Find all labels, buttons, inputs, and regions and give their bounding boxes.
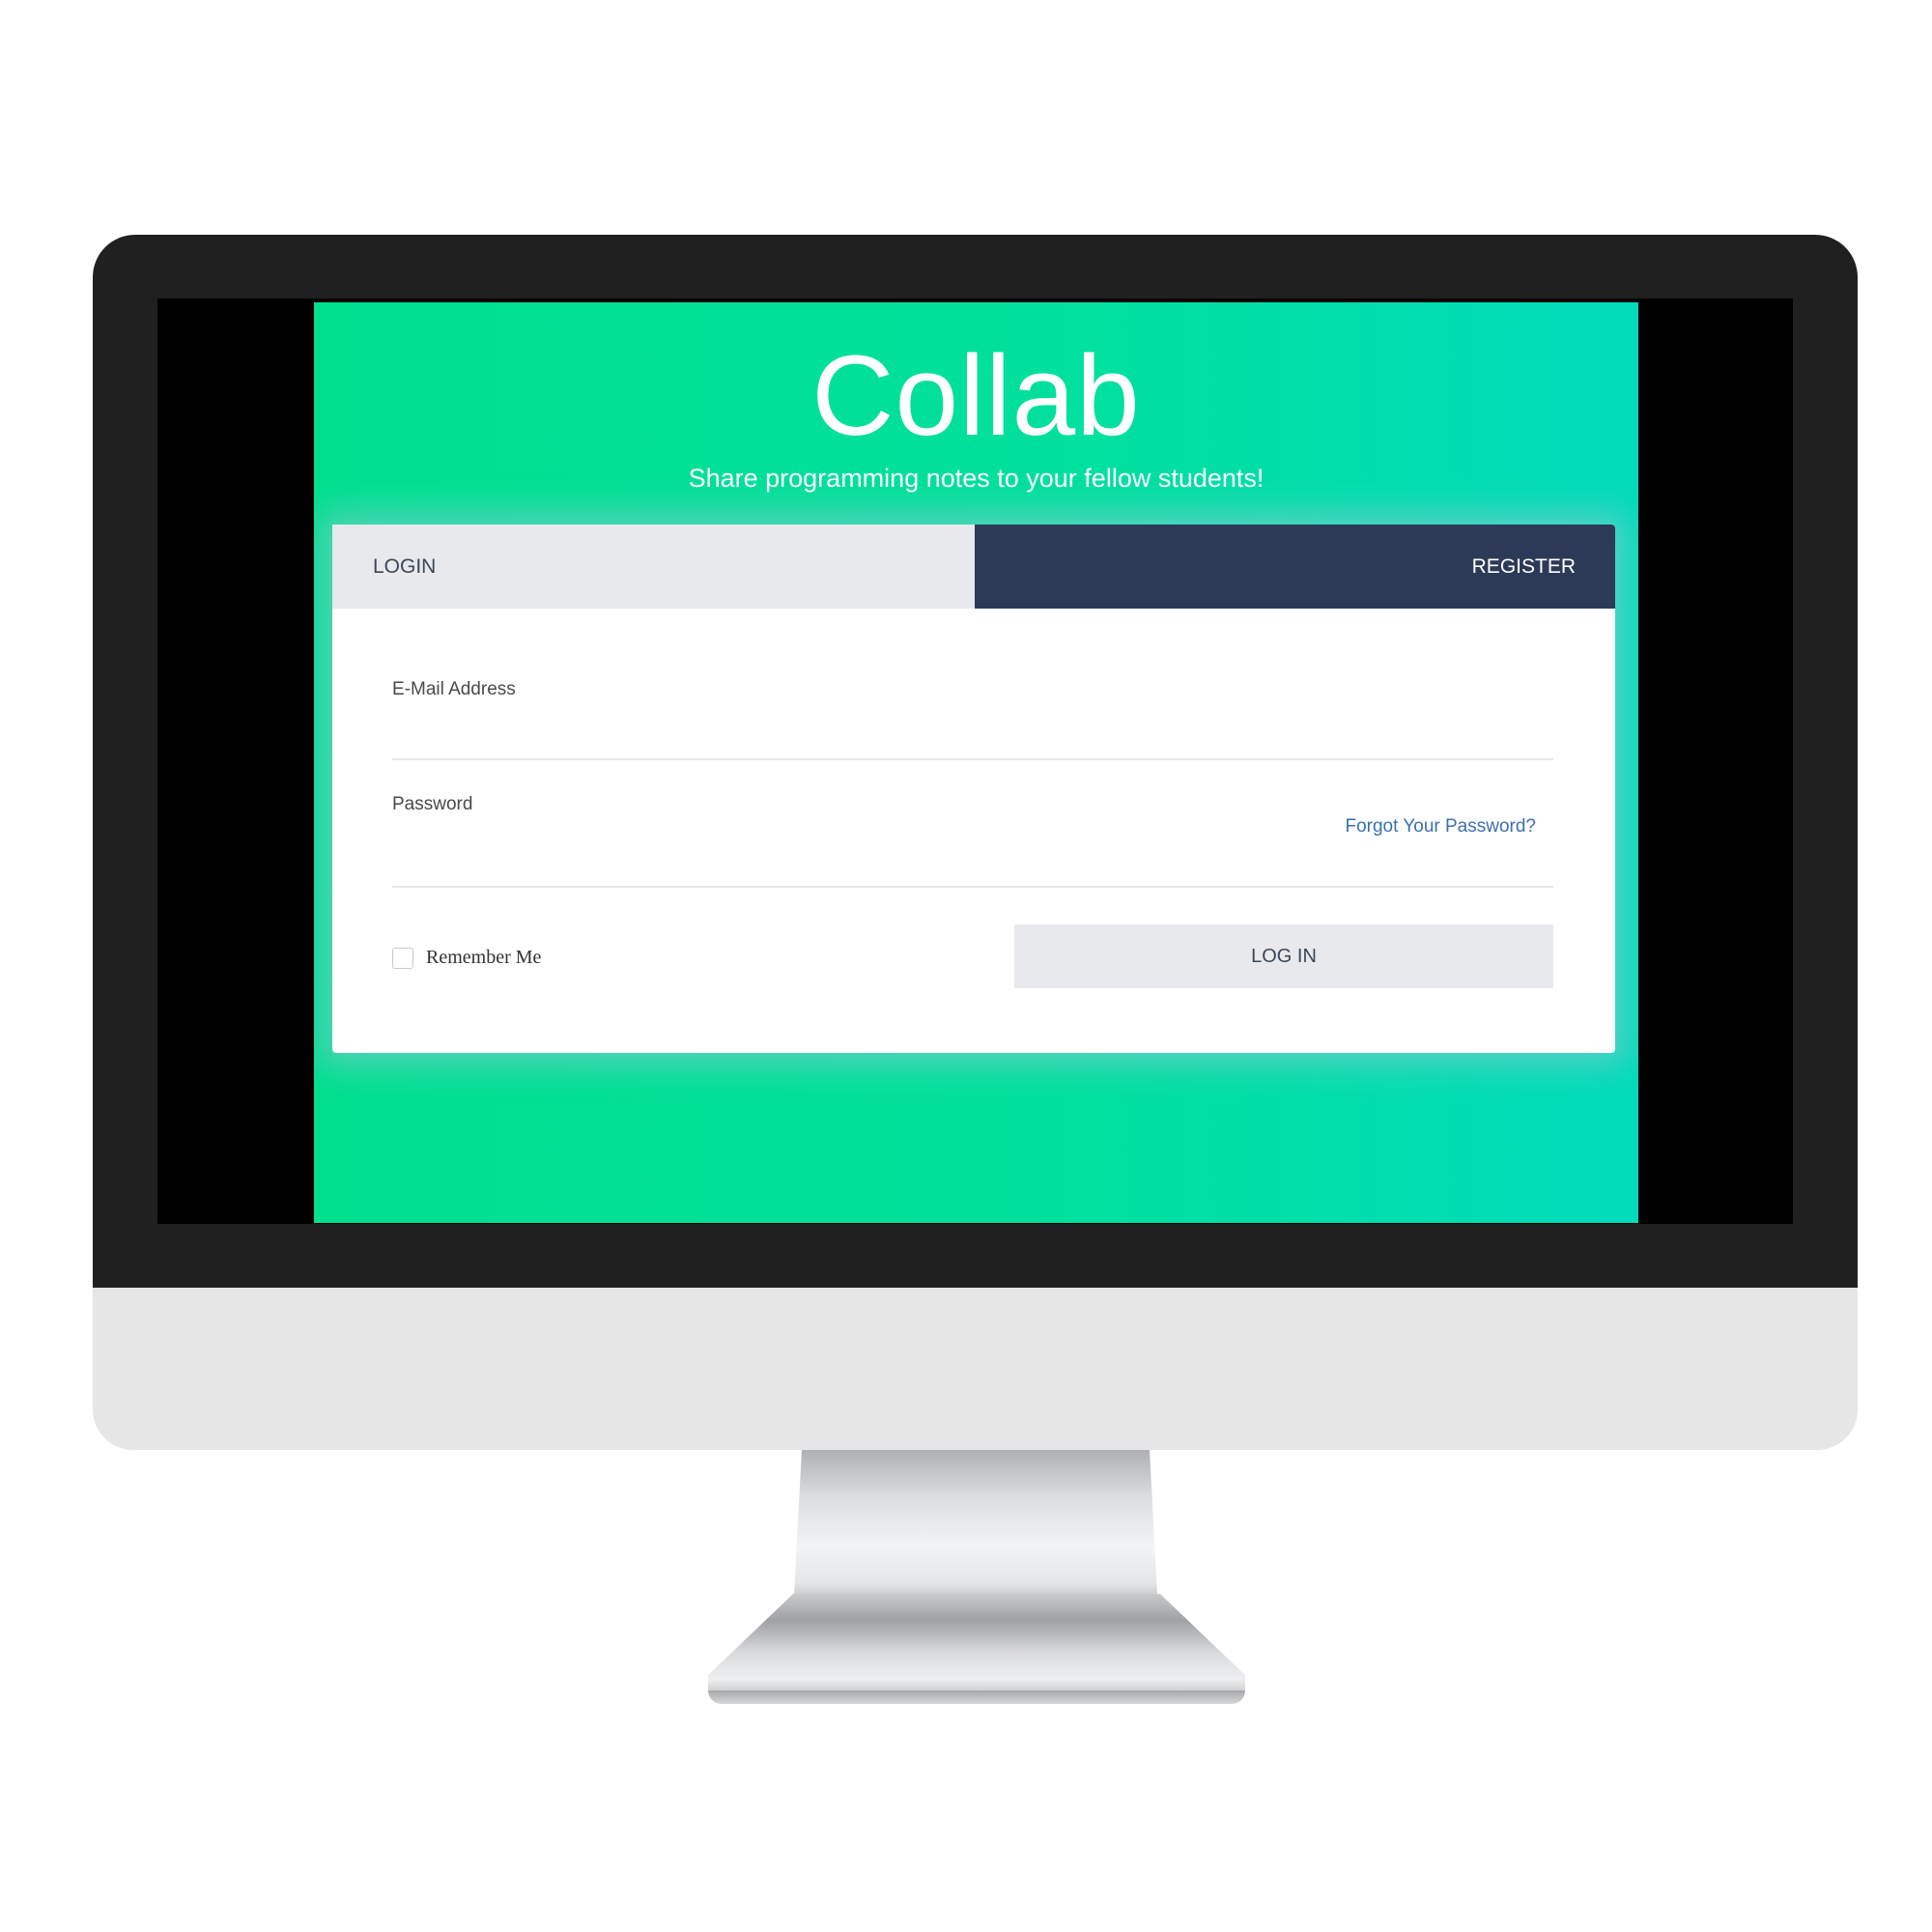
password-underline bbox=[392, 886, 1553, 888]
remember-me-label[interactable]: Remember Me bbox=[426, 947, 541, 969]
tab-login[interactable]: LOGIN bbox=[332, 525, 975, 609]
monitor-stand-foot bbox=[708, 1690, 1245, 1704]
remember-me-checkbox[interactable] bbox=[392, 948, 413, 969]
email-field[interactable] bbox=[392, 716, 1555, 758]
monitor-stand-base bbox=[708, 1594, 1245, 1690]
auth-card: LOGIN REGISTER E-Mail Address Password F… bbox=[332, 525, 1615, 1053]
tab-login-label: LOGIN bbox=[373, 554, 437, 578]
app-subtitle: Share programming notes to your fellow s… bbox=[688, 464, 1264, 493]
monitor-chin bbox=[93, 1288, 1858, 1450]
email-underline bbox=[392, 758, 1553, 760]
email-label: E-Mail Address bbox=[392, 679, 516, 699]
tab-register[interactable]: REGISTER bbox=[974, 525, 1615, 609]
app-title: Collab bbox=[811, 332, 1141, 460]
login-button[interactable]: LOG IN bbox=[1014, 924, 1553, 988]
forgot-password-link[interactable]: Forgot Your Password? bbox=[1345, 816, 1536, 838]
app-window: Collab Share programming notes to your f… bbox=[314, 302, 1638, 1223]
password-field[interactable] bbox=[392, 843, 1362, 886]
tab-register-label: REGISTER bbox=[1471, 554, 1576, 578]
auth-tabs: LOGIN REGISTER bbox=[332, 525, 1615, 609]
password-label: Password bbox=[392, 794, 473, 814]
